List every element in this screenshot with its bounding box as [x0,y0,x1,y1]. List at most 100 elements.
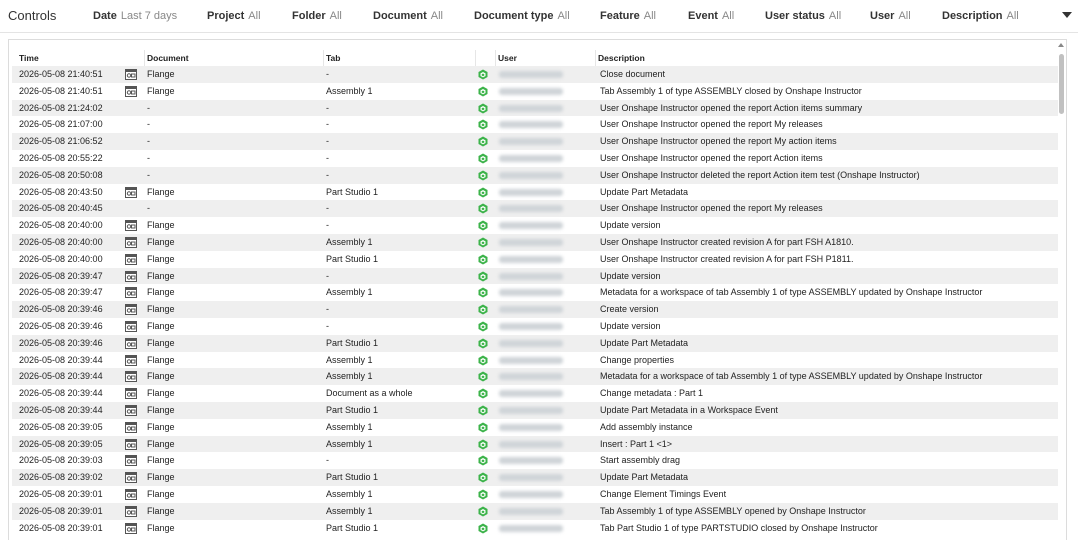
filter-project[interactable]: Project All [207,10,261,22]
cell-description: Tab Assembly 1 of type ASSEMBLY closed b… [600,85,862,96]
table-row[interactable]: 2026-05-08 20:43:50 Flange Part Studio 1 Up… [12,184,1058,201]
table-row[interactable]: 2026-05-08 21:40:51 Flange Assembly 1 Tab A… [12,83,1058,100]
document-icon [125,438,137,450]
table-row[interactable]: 2026-05-08 20:39:47 Flange - Update version [12,267,1058,285]
cell-document: Flange [147,455,175,466]
table-row[interactable]: 2026-05-08 20:40:45 - - User Onshape Instru… [12,200,1058,218]
table-row[interactable]: 2026-05-08 21:06:52 - - User Onshape Instru… [12,133,1058,150]
column-header-document[interactable]: Document [144,50,322,66]
document-icon [125,85,137,97]
table-row[interactable]: 2026-05-08 20:39:44 Flange Document as a w… [12,385,1058,402]
filter-value: All [898,10,911,22]
table-row[interactable]: 2026-05-08 20:39:02 Flange Part Studio 1 Up… [12,469,1058,486]
chevron-down-icon[interactable] [1060,8,1074,22]
document-icon [125,69,137,80]
cell-time: 2026-05-08 20:43:50 [19,186,103,197]
table-row[interactable]: 2026-05-08 20:39:01 Flange Assembly 1 Chang… [12,486,1058,503]
table-row[interactable]: 2026-05-08 20:40:00 Flange Part Studio 1 Us… [12,251,1058,268]
filter-description[interactable]: Description All [942,10,1019,22]
cell-description: Update version [600,321,661,331]
table-row[interactable]: 2026-05-08 20:39:46 Flange - Update version [12,318,1058,335]
cell-tab: Assembly 1 [326,505,373,516]
cell-document: Flange [147,405,175,415]
user-name-redacted [499,205,563,213]
vertical-scrollbar[interactable] [1059,54,1064,114]
cell-document: Flange [147,321,175,331]
document-icon [125,186,137,198]
filter-document-type[interactable]: Document type All [474,10,570,22]
user-name-redacted [499,474,563,482]
column-header-user[interactable]: User [495,50,595,66]
table-row[interactable]: 2026-05-08 20:55:22 - - User Onshape Instru… [12,150,1058,167]
filter-event[interactable]: Event All [688,10,734,22]
filter-feature[interactable]: Feature All [600,10,656,22]
cell-tab: - [326,153,329,163]
table-row[interactable]: 2026-05-08 20:40:00 Flange Assembly 1 User … [12,234,1058,251]
table-row[interactable]: 2026-05-08 21:07:00 - - User Onshape Instru… [12,116,1058,133]
table-row[interactable]: 2026-05-08 20:39:05 Flange Assembly 1 Inser… [12,435,1058,453]
cell-description: Update version [600,270,661,281]
cell-description: Update version [600,220,661,231]
cell-time: 2026-05-08 20:39:46 [19,321,103,331]
filter-document[interactable]: Document All [373,10,443,22]
onshape-cube-icon [478,220,488,231]
filter-label: Folder [292,10,326,22]
cell-time: 2026-05-08 20:39:44 [19,388,103,399]
user-name-redacted [499,121,563,129]
column-header-time[interactable]: Time [17,50,137,66]
user-name-redacted [499,138,563,146]
cell-time: 2026-05-08 21:06:52 [19,136,103,147]
column-header-description[interactable]: Description [595,50,1055,66]
table-row[interactable]: 2026-05-08 20:39:44 Flange Assembly 1 Metad… [12,368,1058,386]
cell-document: Flange [147,489,175,499]
filter-user-status[interactable]: User status All [765,10,841,22]
table-row[interactable]: 2026-05-08 20:39:03 Flange - Start assembly… [12,452,1058,469]
cell-tab: - [326,455,329,466]
table-row[interactable]: 2026-05-08 20:39:44 Flange Assembly 1 Chang… [12,352,1058,369]
filter-label: Document type [474,10,554,22]
user-name-redacted [499,373,563,381]
document-icon [125,337,137,349]
table-row[interactable]: 2026-05-08 20:39:01 Flange Part Studio 1 Ta… [12,520,1058,537]
scroll-up-arrow[interactable] [1058,43,1064,47]
filter-folder[interactable]: Folder All [292,10,342,22]
table-row[interactable]: 2026-05-08 20:39:46 Flange Part Studio 1 Up… [12,334,1058,352]
cell-tab: Part Studio 1 [326,186,379,197]
cell-description: User Onshape Instructor created revision… [600,253,854,264]
cell-document: Flange [147,421,175,432]
cell-time: 2026-05-08 20:39:01 [19,505,103,516]
table-row[interactable]: 2026-05-08 21:24:02 - - User Onshape Instru… [12,99,1058,117]
controls-title: Controls [8,8,57,23]
table-row[interactable]: 2026-05-08 21:40:51 Flange - Close document [12,66,1058,83]
cell-document: Flange [147,371,175,382]
filter-label: Date [93,10,117,22]
user-name-redacted [499,507,563,515]
filter-label: User [870,10,895,22]
onshape-cube-icon [478,455,488,466]
table-row[interactable]: 2026-05-08 20:50:08 - - User Onshape Instru… [12,166,1058,184]
filter-date[interactable]: Date Last 7 days [93,10,177,22]
filter-user[interactable]: User All [870,10,911,22]
user-name-redacted [499,255,563,263]
table-row[interactable]: 2026-05-08 20:40:00 Flange - Update version [12,217,1058,234]
table-row[interactable]: 2026-05-08 20:39:05 Flange Assembly 1 Add a… [12,419,1058,436]
user-name-redacted [499,239,563,246]
cell-tab: Part Studio 1 [326,337,379,348]
document-icon [125,354,137,366]
table-row[interactable]: 2026-05-08 20:39:44 Flange Part Studio 1 Up… [12,402,1058,419]
column-header-tab[interactable]: Tab [323,50,473,66]
cell-description: Metadata for a workspace of tab Assembly… [600,371,983,382]
table-row[interactable]: 2026-05-08 20:39:47 Flange Assembly 1 Metad… [12,284,1058,301]
cell-tab: Part Studio 1 [326,472,379,483]
user-name-redacted [499,491,563,498]
onshape-cube-icon [478,405,488,416]
document-icon [125,522,137,534]
filter-value: All [557,10,570,22]
cell-document: - [147,203,150,214]
table-row[interactable]: 2026-05-08 20:39:46 Flange - Create version [12,301,1058,318]
table-row[interactable]: 2026-05-08 20:39:01 Flange Assembly 1 Tab A… [12,502,1058,520]
cell-description: User Onshape Instructor deleted the repo… [600,169,920,180]
cell-document: Flange [147,186,175,197]
cell-time: 2026-05-08 21:07:00 [19,119,103,130]
cell-document: - [147,169,150,180]
